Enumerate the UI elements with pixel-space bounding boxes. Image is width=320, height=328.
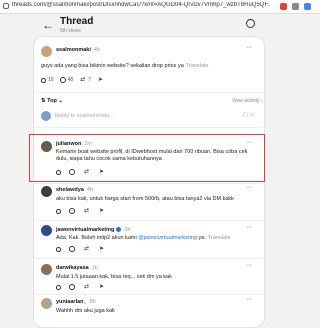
like-icon[interactable] [56, 169, 61, 175]
avatar[interactable] [41, 298, 52, 309]
mention-link[interactable]: @jawonvirtualmarketing [138, 235, 197, 241]
divider [33, 258, 263, 259]
post-more-icon[interactable]: ··· [246, 44, 252, 51]
reply-actions: ⇄ ➤ [56, 168, 113, 176]
reply-more-icon[interactable]: ··· [246, 224, 252, 231]
divider [33, 220, 263, 221]
like-icon[interactable] [56, 246, 61, 252]
repost-icon[interactable]: ⇄ [79, 77, 86, 84]
comment-icon[interactable] [69, 169, 75, 175]
divider [33, 92, 263, 93]
repost-icon[interactable]: ⇄ [83, 284, 90, 291]
reply-more-icon[interactable]: ··· [246, 262, 252, 269]
translate-link[interactable]: Translate [208, 235, 231, 241]
chevron-down-icon: ⌄ [58, 98, 63, 104]
view-activity-link[interactable]: View activity › [232, 98, 262, 104]
comment-icon[interactable] [69, 246, 75, 252]
view-count: 5th views [60, 28, 81, 34]
attach-icon[interactable]: ▢ ☺ [243, 112, 255, 118]
reply-time: 1h [91, 265, 98, 271]
extension-icon[interactable] [280, 3, 287, 10]
comment-icon[interactable] [69, 284, 75, 290]
reply-box[interactable]: Reply to ssalmonmaki... ▢ ☺ [41, 111, 255, 121]
comment-icon[interactable] [69, 208, 75, 214]
lock-icon [3, 3, 9, 9]
avatar[interactable] [41, 46, 52, 57]
profile-icon[interactable] [304, 3, 311, 10]
like-icon[interactable] [56, 208, 61, 214]
back-arrow-icon[interactable]: ← [42, 19, 54, 31]
reply-time: 3h [124, 227, 131, 233]
reply-text: Wahhh dm aku juga kak [56, 308, 115, 314]
share-icon[interactable]: ➤ [98, 284, 105, 291]
reply-more-icon[interactable]: ··· [246, 139, 252, 146]
divider [33, 127, 263, 128]
post-actions: 19 48 ⇄ 7 ➤ [41, 76, 112, 84]
reply-username[interactable]: shelawdya 4h [56, 187, 93, 193]
reply-text: Mulai 1.5 jutaaan kak, bisa req... cek d… [56, 274, 172, 280]
like-count: 19 [48, 77, 54, 83]
reply-actions: ⇄ ➤ [56, 283, 113, 291]
more-options-icon[interactable] [246, 17, 255, 28]
comment-icon[interactable] [59, 77, 66, 83]
translate-link[interactable]: Translate [186, 63, 209, 69]
reply-actions: ⇄ ➤ [56, 245, 113, 253]
share-icon[interactable]: ➤ [98, 169, 105, 176]
reply-username[interactable]: yuniaarlan_ 8h [56, 299, 96, 305]
reply-time: 4h [86, 187, 93, 193]
reply-username[interactable]: darwikayasa 1h [56, 265, 98, 271]
browser-address-bar[interactable]: threads.com/@ssalmonmaki/post/DIsxnhdwCa… [0, 0, 320, 14]
verified-badge-icon [116, 227, 122, 233]
share-icon[interactable]: ➤ [98, 246, 105, 253]
repost-count: 7 [88, 77, 91, 83]
comment-count: 48 [67, 77, 74, 83]
divider [33, 183, 263, 184]
reply-time: 1m [84, 141, 93, 147]
reply-text: aku bisa kak, untuk harga start from 500… [56, 196, 234, 202]
avatar [41, 111, 51, 121]
reply-actions: ⇄ ➤ [56, 207, 113, 215]
reply-text: Kemarin buat website profil, di IDwebhos… [56, 149, 248, 162]
reply-time: 8h [89, 299, 96, 305]
reply-text: Ada, Kak. Boleh intip2 akun kami @jawonv… [56, 235, 231, 241]
repost-icon[interactable]: ⇄ [83, 169, 90, 176]
post-time: 4h [93, 47, 100, 53]
share-icon[interactable]: ➤ [98, 208, 105, 215]
avatar[interactable] [41, 186, 52, 197]
like-icon[interactable] [41, 77, 46, 83]
repost-icon[interactable]: ⇄ [83, 208, 90, 215]
post-username[interactable]: ssalmonmaki 4h [56, 47, 100, 53]
extension-icon[interactable] [292, 3, 299, 10]
repost-icon[interactable]: ⇄ [83, 246, 90, 253]
reply-more-icon[interactable]: ··· [246, 296, 252, 303]
sort-dropdown[interactable]: ⇅ Top ⌄ [41, 98, 63, 104]
divider [33, 294, 263, 295]
reply-more-icon[interactable]: ··· [246, 184, 252, 191]
url-text[interactable]: threads.com/@ssalmonmaki/post/DIsxnhdwCa… [12, 2, 270, 8]
page-title: Thread [60, 16, 94, 27]
avatar[interactable] [41, 264, 52, 275]
avatar[interactable] [41, 141, 52, 152]
reply-input[interactable]: Reply to ssalmonmaki... [55, 113, 113, 119]
avatar[interactable] [41, 225, 52, 236]
post-text: guys ada yang bisa bikinin website? seka… [41, 63, 209, 69]
reply-username[interactable]: jawonvirtualmarketing 3h [56, 227, 131, 233]
share-icon[interactable]: ➤ [97, 77, 104, 84]
reply-username[interactable]: julianwon 1m [56, 141, 92, 147]
like-icon[interactable] [56, 284, 61, 290]
